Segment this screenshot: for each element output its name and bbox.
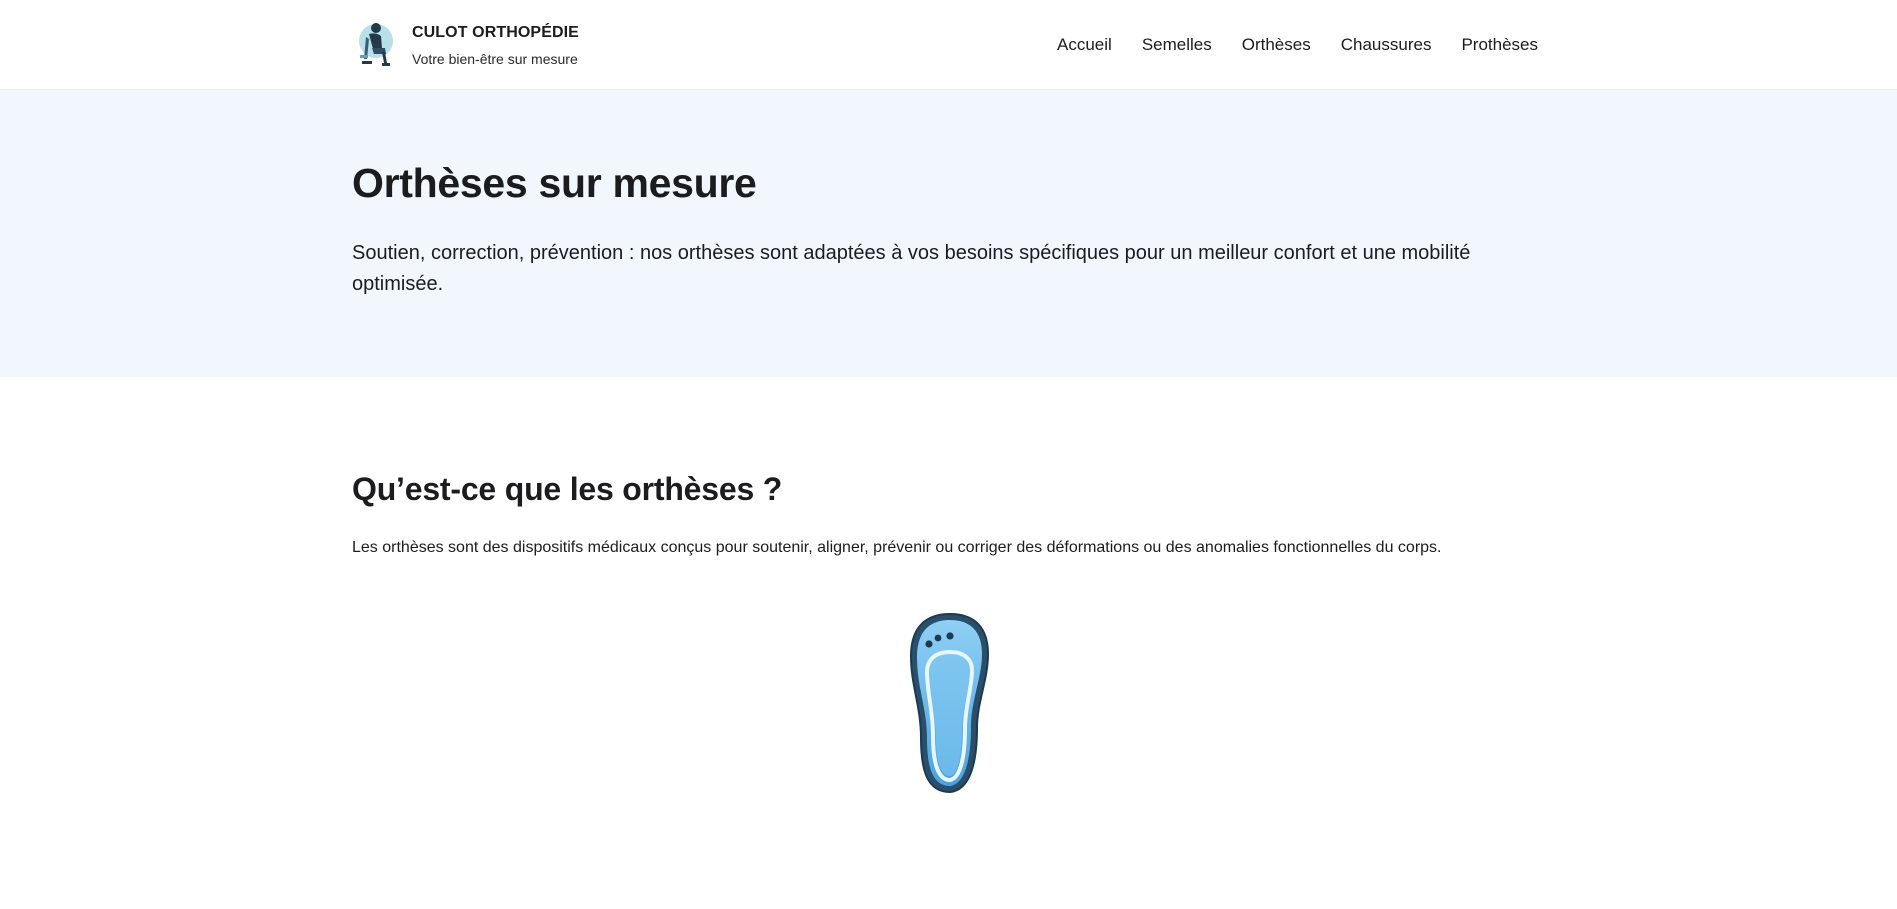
brand[interactable]: CULOT ORTHOPÉDIE Votre bien-être sur mes… [352, 19, 579, 69]
nav-item-semelles[interactable]: Semelles [1142, 34, 1212, 56]
nav-item-ortheses[interactable]: Orthèses [1242, 34, 1311, 56]
section-text: Les orthèses sont des dispositifs médica… [352, 539, 1442, 556]
main-nav: Accueil Semelles Orthèses Chaussures Pro… [1057, 34, 1538, 56]
insole-icon [909, 612, 990, 794]
hero-lead: Soutien, correction, prévention : nos or… [352, 242, 1471, 295]
brand-text: CULOT ORTHOPÉDIE Votre bien-être sur mes… [412, 21, 579, 68]
hero-banner: Orthèses sur mesure Soutien, correction,… [0, 90, 1897, 377]
page-title: Orthèses sur mesure [352, 160, 757, 206]
nav-item-protheses[interactable]: Prothèses [1461, 34, 1538, 56]
brand-tagline: Votre bien-être sur mesure [412, 50, 578, 67]
nav-item-chaussures[interactable]: Chaussures [1341, 34, 1432, 56]
brand-name: CULOT ORTHOPÉDIE [412, 23, 579, 41]
nav-item-accueil[interactable]: Accueil [1057, 34, 1112, 56]
orthopedic-seated-person-logo-icon [359, 23, 393, 66]
site-header: CULOT ORTHOPÉDIE Votre bien-être sur mes… [0, 0, 1897, 90]
section-title: Qu’est-ce que les orthèses ? [352, 471, 783, 507]
